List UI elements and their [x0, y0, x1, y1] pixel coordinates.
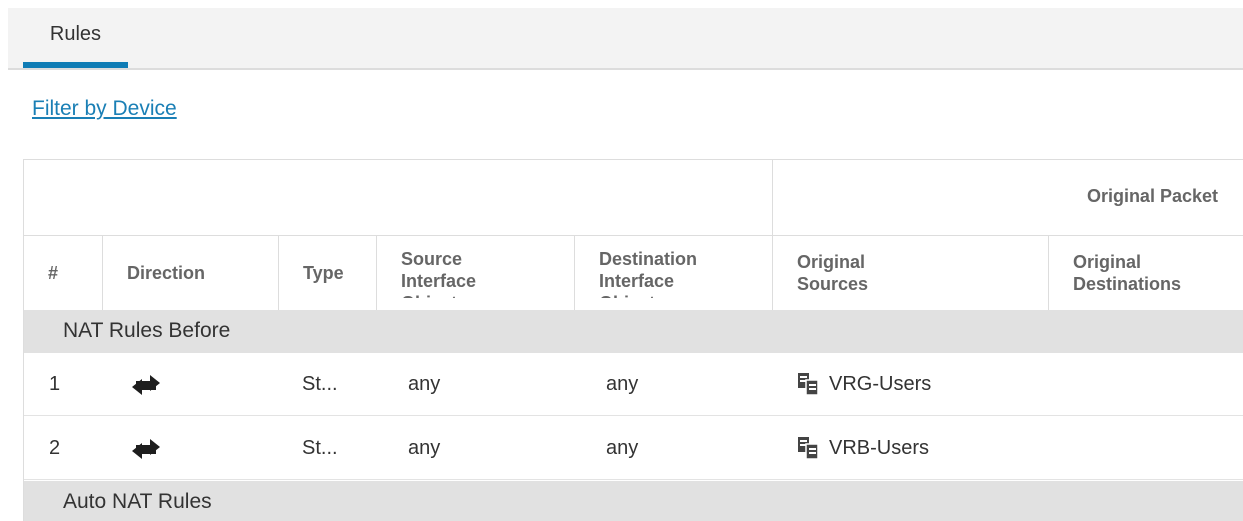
tab-rules[interactable]: Rules	[23, 8, 128, 68]
rule-number: 2	[49, 437, 61, 459]
column-header-direction[interactable]: Direction	[102, 236, 278, 310]
section-title: Auto NAT Rules	[63, 490, 212, 513]
column-header-source-interface-label: Source Interface Objects	[401, 249, 477, 298]
source-interface: any	[408, 437, 441, 459]
tab-bar: Rules	[8, 8, 1243, 70]
column-header-destination-interface-label: Destination Interface Objects	[599, 249, 698, 298]
network-object-group-icon	[798, 373, 819, 396]
bidirectional-arrows-icon	[132, 439, 160, 459]
group-header-original-packet: Original Packet	[772, 160, 1243, 236]
source-interface: any	[408, 373, 441, 395]
column-header-type[interactable]: Type	[278, 236, 376, 310]
section-header-auto-nat-rules: Auto NAT Rules	[24, 481, 1243, 521]
filter-by-device-link[interactable]: Filter by Device	[32, 97, 177, 121]
section-title: NAT Rules Before	[63, 319, 231, 342]
rule-type: St...	[302, 373, 338, 395]
column-header-number-label: #	[48, 263, 59, 283]
column-header-type-label: Type	[303, 263, 344, 283]
network-object-group-icon	[798, 437, 819, 460]
nat-rules-table: Original Packet # Direction Type Source …	[23, 159, 1243, 521]
rule-number: 1	[49, 373, 61, 395]
group-header-blank	[24, 160, 772, 236]
original-source: VRB-Users	[829, 437, 930, 459]
destination-interface: any	[606, 373, 639, 395]
column-header-destination-interface[interactable]: Destination Interface Objects	[574, 236, 772, 310]
column-header-original-destinations-label: Original Destinations	[1073, 252, 1182, 294]
destination-interface: any	[606, 437, 639, 459]
column-header-original-sources-label: Original Sources	[797, 252, 869, 294]
table-row[interactable]: 1 St... any any VRG-Users	[24, 353, 1243, 416]
column-header-source-interface[interactable]: Source Interface Objects	[376, 236, 574, 310]
table-row[interactable]: 2 St... any any VRB-Users	[24, 417, 1243, 480]
original-source: VRG-Users	[829, 373, 932, 395]
column-header-original-sources[interactable]: Original Sources	[772, 236, 1048, 310]
rule-type: St...	[302, 437, 338, 459]
tab-rules-label: Rules	[49, 23, 102, 45]
column-header-number[interactable]: #	[24, 236, 102, 310]
group-header-label: Original Packet	[1086, 186, 1218, 206]
active-tab-indicator	[23, 62, 128, 68]
column-header-original-destinations[interactable]: Original Destinations	[1048, 236, 1243, 310]
section-header-nat-rules-before: NAT Rules Before	[24, 310, 1243, 353]
column-header-direction-label: Direction	[127, 263, 206, 283]
bidirectional-arrows-icon	[132, 375, 160, 395]
